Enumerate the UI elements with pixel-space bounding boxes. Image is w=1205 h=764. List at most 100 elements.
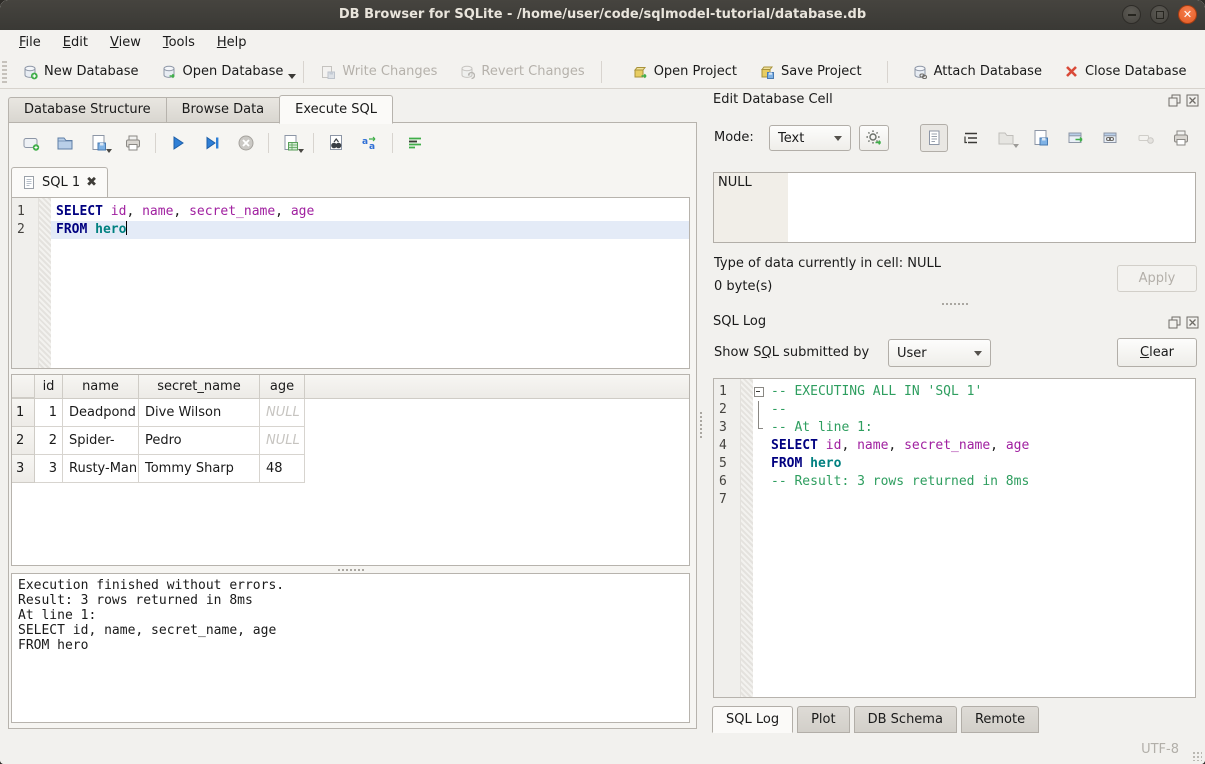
close-database-button[interactable]: Close Database — [1053, 58, 1198, 86]
table-row[interactable]: 11DeadpondDive WilsonNULL — [12, 399, 689, 427]
execute-all-button[interactable] — [166, 131, 190, 155]
save-sql-dropdown-arrow[interactable] — [106, 149, 112, 153]
word-wrap-cell-button[interactable] — [959, 126, 983, 150]
revert-changes-button[interactable]: Revert Changes — [448, 58, 595, 86]
menu-tools[interactable]: Tools — [152, 30, 206, 55]
mode-select[interactable]: Text — [769, 125, 851, 151]
maximize-button[interactable] — [1150, 5, 1169, 24]
copy-link-button[interactable] — [1099, 126, 1123, 150]
encoding-indicator[interactable]: UTF-8 — [1141, 742, 1179, 757]
attach-database-button[interactable]: Attach Database — [901, 58, 1053, 86]
results-table[interactable]: id name secret_name age 11DeadpondDive W… — [11, 374, 690, 566]
dock-close-icon[interactable] — [1185, 315, 1199, 329]
table-cell[interactable]: Tommy Sharp — [139, 455, 260, 483]
stop-button[interactable] — [234, 131, 258, 155]
menu-help[interactable]: Help — [206, 30, 258, 55]
tab-db-schema[interactable]: DB Schema — [854, 706, 957, 733]
tab-browse-data[interactable]: Browse Data — [166, 97, 280, 123]
table-cell[interactable]: Pedro Parqueador — [139, 427, 260, 455]
table-cell[interactable]: 3 — [35, 455, 63, 483]
set-null-button[interactable] — [1134, 126, 1158, 150]
panel-splitter[interactable] — [698, 122, 703, 727]
write-changes-label: Write Changes — [342, 64, 437, 79]
toolbar-drag-handle[interactable] — [2, 61, 7, 83]
table-row[interactable]: 22Spider-BoyPedro ParqueadorNULL — [12, 427, 689, 455]
save-as-icon — [1032, 129, 1050, 147]
table-cell[interactable]: Dive Wilson — [139, 399, 260, 427]
svg-text:a: a — [362, 137, 368, 147]
import-data-button[interactable] — [994, 126, 1018, 150]
menu-edit[interactable]: Edit — [52, 30, 99, 55]
edit-cell-dock-buttons — [1167, 93, 1199, 107]
column-header-name[interactable]: name — [63, 375, 139, 398]
dock-close-icon[interactable] — [1185, 93, 1199, 107]
cell-log-splitter[interactable] — [713, 301, 1196, 306]
column-header-id[interactable]: id — [35, 375, 63, 398]
table-cell[interactable]: NULL — [260, 427, 305, 455]
resize-grip[interactable] — [1192, 751, 1202, 761]
dock-float-icon[interactable] — [1167, 93, 1181, 107]
sql-source-select[interactable]: User — [888, 339, 991, 367]
tab-execute-sql[interactable]: Execute SQL — [279, 95, 393, 124]
save-results-button[interactable] — [279, 131, 303, 155]
execute-current-line-button[interactable] — [200, 131, 224, 155]
auto-switch-mode-button[interactable] — [859, 125, 889, 151]
table-cell[interactable]: Rusty-Man — [63, 455, 139, 483]
table-cell[interactable]: 1 — [35, 399, 63, 427]
sql-log-editor[interactable]: 1-- EXECUTING ALL IN 'SQL 1'2--3-- At li… — [713, 378, 1196, 698]
column-header-secret-name[interactable]: secret_name — [139, 375, 260, 398]
save-sql-file-button[interactable] — [87, 131, 111, 155]
word-wrap-button[interactable] — [403, 131, 427, 155]
table-cell[interactable]: Spider-Boy — [63, 427, 139, 455]
open-sql-file-button[interactable] — [53, 131, 77, 155]
print-cell-button[interactable] — [1169, 126, 1193, 150]
menu-view[interactable]: View — [99, 30, 152, 55]
clear-log-button[interactable]: Clear — [1117, 338, 1197, 367]
code-line: 4SELECT id, name, secret_name, age — [714, 437, 1195, 455]
dock-float-icon[interactable] — [1167, 315, 1181, 329]
mode-label: Mode: — [714, 130, 754, 145]
sql-doc-tab[interactable]: SQL 1 ✖ — [11, 167, 108, 197]
table-row[interactable]: 33Rusty-ManTommy Sharp48 — [12, 455, 689, 483]
titlebar[interactable]: DB Browser for SQLite - /home/user/code/… — [0, 0, 1205, 30]
text-caret — [126, 221, 127, 235]
text-mode-button[interactable] — [920, 124, 948, 152]
cell-text-area[interactable] — [788, 173, 1195, 242]
menu-file[interactable]: File — [8, 30, 52, 55]
table-cell[interactable]: NULL — [260, 399, 305, 427]
write-changes-button[interactable]: Write Changes — [309, 58, 448, 86]
open-project-button[interactable]: Open Project — [621, 58, 748, 86]
print-button[interactable] — [121, 131, 145, 155]
sql-editor[interactable]: 1SELECT id, name, secret_name, age2FROM … — [11, 197, 690, 369]
open-database-button[interactable]: Open Database — [150, 58, 295, 86]
minimize-button[interactable] — [1122, 5, 1141, 24]
find-button[interactable] — [324, 131, 348, 155]
table-cell[interactable]: 2 — [35, 427, 63, 455]
tab-database-structure[interactable]: Database Structure — [8, 97, 166, 123]
save-project-button[interactable]: Save Project — [748, 58, 873, 86]
table-cell[interactable]: Deadpond — [63, 399, 139, 427]
import-dropdown-arrow[interactable] — [1013, 144, 1019, 148]
message-line: At line 1: — [18, 608, 689, 623]
export-data-button[interactable] — [1029, 126, 1053, 150]
new-database-button[interactable]: New Database — [11, 58, 150, 86]
apply-button[interactable]: Apply — [1117, 265, 1197, 292]
open-database-dropdown-arrow[interactable] — [288, 74, 296, 79]
execution-message-area[interactable]: Execution finished without errors.Result… — [11, 573, 690, 723]
format-sql-button[interactable]: aa — [358, 131, 382, 155]
results-message-splitter[interactable] — [11, 567, 690, 572]
save-results-dropdown-arrow[interactable] — [298, 149, 304, 153]
tab-sql-log[interactable]: SQL Log — [712, 706, 793, 733]
toolbar-separator — [313, 133, 314, 153]
table-cell[interactable]: 48 — [260, 455, 305, 483]
close-sql-tab-icon[interactable]: ✖ — [86, 175, 97, 190]
cell-value-editor[interactable]: NULL — [713, 172, 1196, 243]
tab-plot[interactable]: Plot — [797, 706, 850, 733]
new-sql-tab-button[interactable] — [19, 131, 43, 155]
column-header-age[interactable]: age — [260, 375, 305, 398]
execute-line-icon — [203, 134, 221, 152]
close-button[interactable]: ✕ — [1178, 5, 1197, 24]
tab-remote[interactable]: Remote — [961, 706, 1039, 733]
open-in-app-button[interactable] — [1064, 126, 1088, 150]
toolbar-separator — [155, 133, 156, 153]
